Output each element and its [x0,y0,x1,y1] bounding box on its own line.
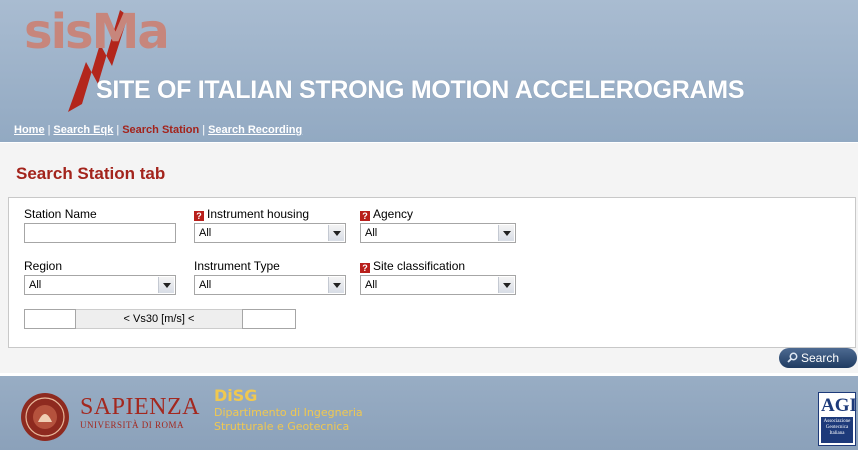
vs30-label: < Vs30 [m/s] < [76,309,242,329]
instrument-type-value: All [199,279,212,291]
agency-label-text: Agency [373,207,414,221]
agi-logo: AGI Associazione Geotecnica Italiana [818,392,857,446]
region-value: All [29,279,42,291]
site-classification-label: ? Site classification [360,259,465,273]
site-classification-label-text: Site classification [373,259,466,273]
instrument-housing-label: ? Instrument housing [194,207,309,221]
help-icon[interactable]: ? [194,211,204,221]
page-title: Search Station tab [16,164,166,183]
chevron-down-icon[interactable] [498,225,514,241]
instrument-type-select[interactable]: All [194,275,346,295]
vs30-min-input[interactable] [24,309,76,329]
disg-line1: Dipartimento di Ingegneria [214,406,363,419]
help-icon[interactable]: ? [360,263,370,273]
search-button[interactable]: Search [779,348,857,368]
agency-value: All [365,227,378,239]
agi-logo-subtitle: Associazione Geotecnica Italiana [821,417,853,443]
sapienza-name: SAPIENZA [80,394,201,420]
instrument-housing-label-text: Instrument housing [207,207,310,221]
chevron-down-icon[interactable] [328,277,344,293]
site-title: SITE OF ITALIAN STRONG MOTION ACCELEROGR… [96,76,745,104]
nav-home[interactable]: Home [14,124,45,136]
search-icon [787,352,798,363]
nav-search-eqk[interactable]: Search Eqk [53,124,113,136]
region-select[interactable]: All [24,275,176,295]
search-button-label: Search [801,351,840,365]
chevron-down-icon[interactable] [498,277,514,293]
nav-search-recording[interactable]: Search Recording [208,124,302,136]
agi-logo-text: AGI [821,395,857,416]
nav-search-station[interactable]: Search Station [122,124,199,136]
site-classification-select[interactable]: All [360,275,516,295]
logo-wordmark: sisMa [24,4,170,60]
nav-separator: | [116,124,120,136]
station-name-label: Station Name [24,207,97,221]
agency-select[interactable]: All [360,223,516,243]
main-nav: Home | Search Eqk | Search Station | Search Re… [14,124,302,136]
chevron-down-icon[interactable] [328,225,344,241]
site-footer: SAPIENZA UNIVERSITÀ DI ROMA DiSG Diparti… [0,376,858,450]
site-header: sisMa SITE OF ITALIAN STRONG MOTION ACCE… [0,0,858,142]
search-panel: Search Station tab Station Name ? Instrum… [0,142,858,373]
region-label: Region [24,259,63,273]
vs30-max-input[interactable] [242,309,296,329]
instrument-housing-select[interactable]: All [194,223,346,243]
instrument-type-label: Instrument Type [194,259,280,273]
sapienza-subtitle: UNIVERSITÀ DI ROMA [80,420,184,430]
nav-separator: | [202,124,206,136]
chevron-down-icon[interactable] [158,277,174,293]
agency-label: ? Agency [360,207,413,221]
site-classification-value: All [365,279,378,291]
help-icon[interactable]: ? [360,211,370,221]
instrument-housing-value: All [199,227,212,239]
station-name-input[interactable] [24,223,176,243]
disg-line2: Strutturale e Geotecnica [214,420,350,433]
disg-logo: DiSG [214,386,258,405]
sapienza-seal-logo [21,393,69,441]
